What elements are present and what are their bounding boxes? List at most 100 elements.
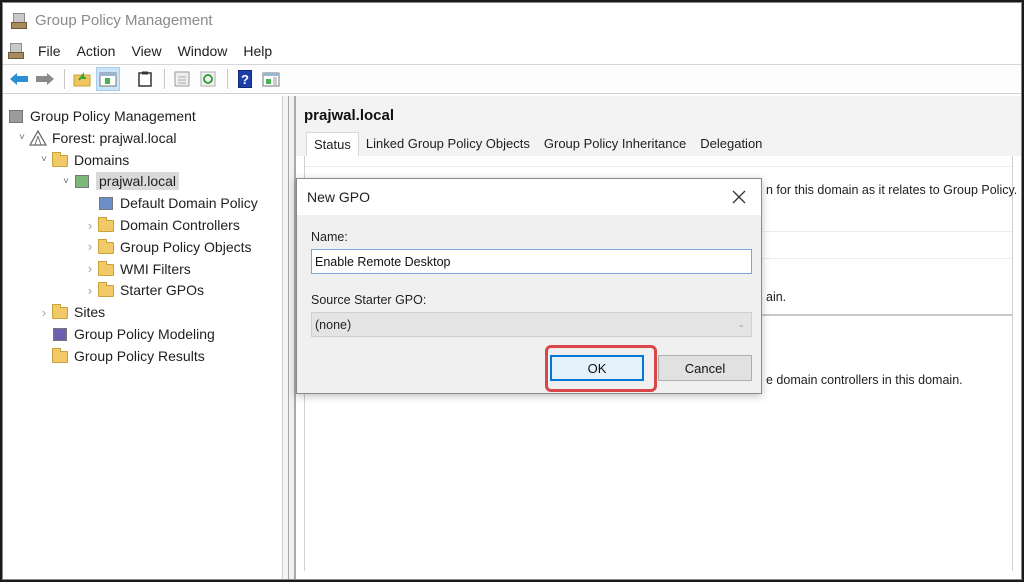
clipboard-icon <box>138 71 152 87</box>
gpo-name-input[interactable] <box>311 249 752 274</box>
tree-item[interactable]: Group Policy Modeling <box>37 324 215 344</box>
help-icon: ? <box>238 70 252 88</box>
chevron-right-icon[interactable]: › <box>83 283 97 298</box>
chevron-right-icon[interactable]: › <box>37 305 51 320</box>
panel-line <box>305 166 1012 167</box>
menu-help[interactable]: Help <box>235 41 280 61</box>
toolbar: ? <box>3 65 1021 94</box>
tab-delegation[interactable]: Delegation <box>693 132 769 157</box>
forward-arrow-icon <box>36 73 54 85</box>
tree-item-label: Domains <box>74 151 130 168</box>
tree-item[interactable]: › Group Policy Objects <box>83 237 252 257</box>
sites-icon <box>51 304 69 320</box>
svg-text:?: ? <box>241 72 249 87</box>
export-list-icon <box>174 71 190 87</box>
results-icon <box>51 347 69 364</box>
ou-folder-icon <box>97 217 115 233</box>
chevron-right-icon[interactable]: › <box>83 218 97 233</box>
back-button[interactable] <box>7 67 31 91</box>
up-one-level-button[interactable] <box>70 67 94 91</box>
tree-item-label: Group Policy Management <box>30 108 196 124</box>
domains-icon <box>51 151 69 168</box>
details-title: prajwal.local <box>304 107 395 124</box>
name-label: Name: <box>311 230 348 244</box>
back-arrow-icon <box>10 73 28 85</box>
clipboard-button[interactable] <box>133 67 157 91</box>
tree-item-label: Forest: prajwal.local <box>52 129 177 146</box>
source-starter-gpo-value: (none) <box>315 317 352 332</box>
tree-item-label: WMI Filters <box>120 260 191 277</box>
tree-item-label: Domain Controllers <box>120 217 240 233</box>
console-tree: Group Policy Management ˅ Forest: prajwal.… <box>3 96 289 579</box>
tree-item[interactable]: › Domain Controllers <box>83 215 240 235</box>
starter-gpo-folder-icon <box>97 282 115 298</box>
tree-item[interactable]: Group Policy Results <box>37 346 205 366</box>
tree-item[interactable]: ˅ Forest: prajwal.local <box>15 128 177 148</box>
chevron-down-icon[interactable]: ˅ <box>37 154 51 165</box>
tree-item-label: Starter GPOs <box>120 282 205 299</box>
window-title: Group Policy Management <box>35 12 213 29</box>
tree-item-label: Default Domain Policy <box>120 195 258 212</box>
tab-status[interactable]: Status <box>306 132 359 157</box>
show-action-pane-button[interactable] <box>259 67 283 91</box>
menu-view[interactable]: View <box>123 41 169 61</box>
menu-action[interactable]: Action <box>69 41 124 61</box>
toolbar-separator <box>227 69 228 89</box>
close-icon <box>732 190 746 204</box>
menu-bar: File Action View Window Help <box>3 38 1021 65</box>
status-line-3: e domain controllers in this domain. <box>766 373 963 387</box>
chevron-right-icon[interactable]: › <box>83 261 97 276</box>
new-gpo-dialog: New GPO Name: Source Starter GPO: (none)… <box>296 178 762 394</box>
chevron-down-icon[interactable]: ˅ <box>59 176 73 187</box>
tree-item[interactable]: ˅ prajwal.local <box>59 171 180 191</box>
show-hide-console-tree-button[interactable] <box>96 67 120 91</box>
tree-item[interactable]: ˅ Domains <box>37 150 129 170</box>
tree-item[interactable]: Default Domain Policy <box>83 193 258 213</box>
details-tabs: Status Linked Group Policy Objects Group… <box>306 132 769 157</box>
system-menu-icon[interactable] <box>8 42 26 60</box>
source-starter-gpo-select[interactable]: (none) ⌄ <box>311 312 752 337</box>
chevron-down-icon[interactable]: ˅ <box>15 132 29 143</box>
menu-file[interactable]: File <box>30 41 69 61</box>
dialog-title: New GPO <box>307 189 371 205</box>
tree-item[interactable]: › Starter GPOs <box>83 280 204 300</box>
close-button[interactable] <box>727 185 751 209</box>
gpo-link-icon <box>97 195 115 211</box>
chevron-down-icon: ⌄ <box>737 319 745 329</box>
tab-gp-inheritance[interactable]: Group Policy Inheritance <box>537 132 693 157</box>
forest-icon <box>28 129 48 146</box>
help-button[interactable]: ? <box>233 67 257 91</box>
cancel-button[interactable]: Cancel <box>658 355 752 381</box>
refresh-icon <box>200 71 216 87</box>
tab-linked-gpos[interactable]: Linked Group Policy Objects <box>359 132 537 157</box>
toolbar-spacer <box>127 69 128 89</box>
tree-scrollbar[interactable] <box>282 96 288 579</box>
status-line-2: ain. <box>766 290 787 304</box>
refresh-button[interactable] <box>196 67 220 91</box>
show-action-pane-icon <box>262 72 280 87</box>
chevron-right-icon[interactable]: › <box>83 239 97 254</box>
details-header: prajwal.local Status Linked Group Policy… <box>296 96 1021 157</box>
tree-item-label: Group Policy Modeling <box>74 326 215 342</box>
dialog-title-bar: New GPO <box>297 179 761 215</box>
export-list-button[interactable] <box>170 67 194 91</box>
source-starter-gpo-label: Source Starter GPO: <box>311 293 427 307</box>
tree-item-label: Group Policy Results <box>74 347 205 364</box>
title-bar: Group Policy Management <box>3 3 1021 38</box>
status-description: n for this domain as it relates to Group… <box>766 183 1018 197</box>
gpm-console-icon <box>7 108 25 124</box>
tree-item-label: prajwal.local <box>96 172 180 191</box>
tree-item[interactable]: Group Policy Management <box>7 106 196 126</box>
forward-button[interactable] <box>33 67 57 91</box>
modeling-icon <box>51 326 69 342</box>
up-folder-icon <box>73 72 91 87</box>
tree-item[interactable]: › WMI Filters <box>83 259 191 279</box>
ok-button[interactable]: OK <box>550 355 644 381</box>
gpm-app-icon <box>11 12 29 30</box>
tree-item-label: Group Policy Objects <box>120 238 252 255</box>
toolbar-separator <box>164 69 165 89</box>
show-hide-console-tree-icon <box>99 72 117 87</box>
menu-window[interactable]: Window <box>170 41 236 61</box>
tree-item-label: Sites <box>74 304 106 321</box>
tree-item[interactable]: › Sites <box>37 302 105 322</box>
